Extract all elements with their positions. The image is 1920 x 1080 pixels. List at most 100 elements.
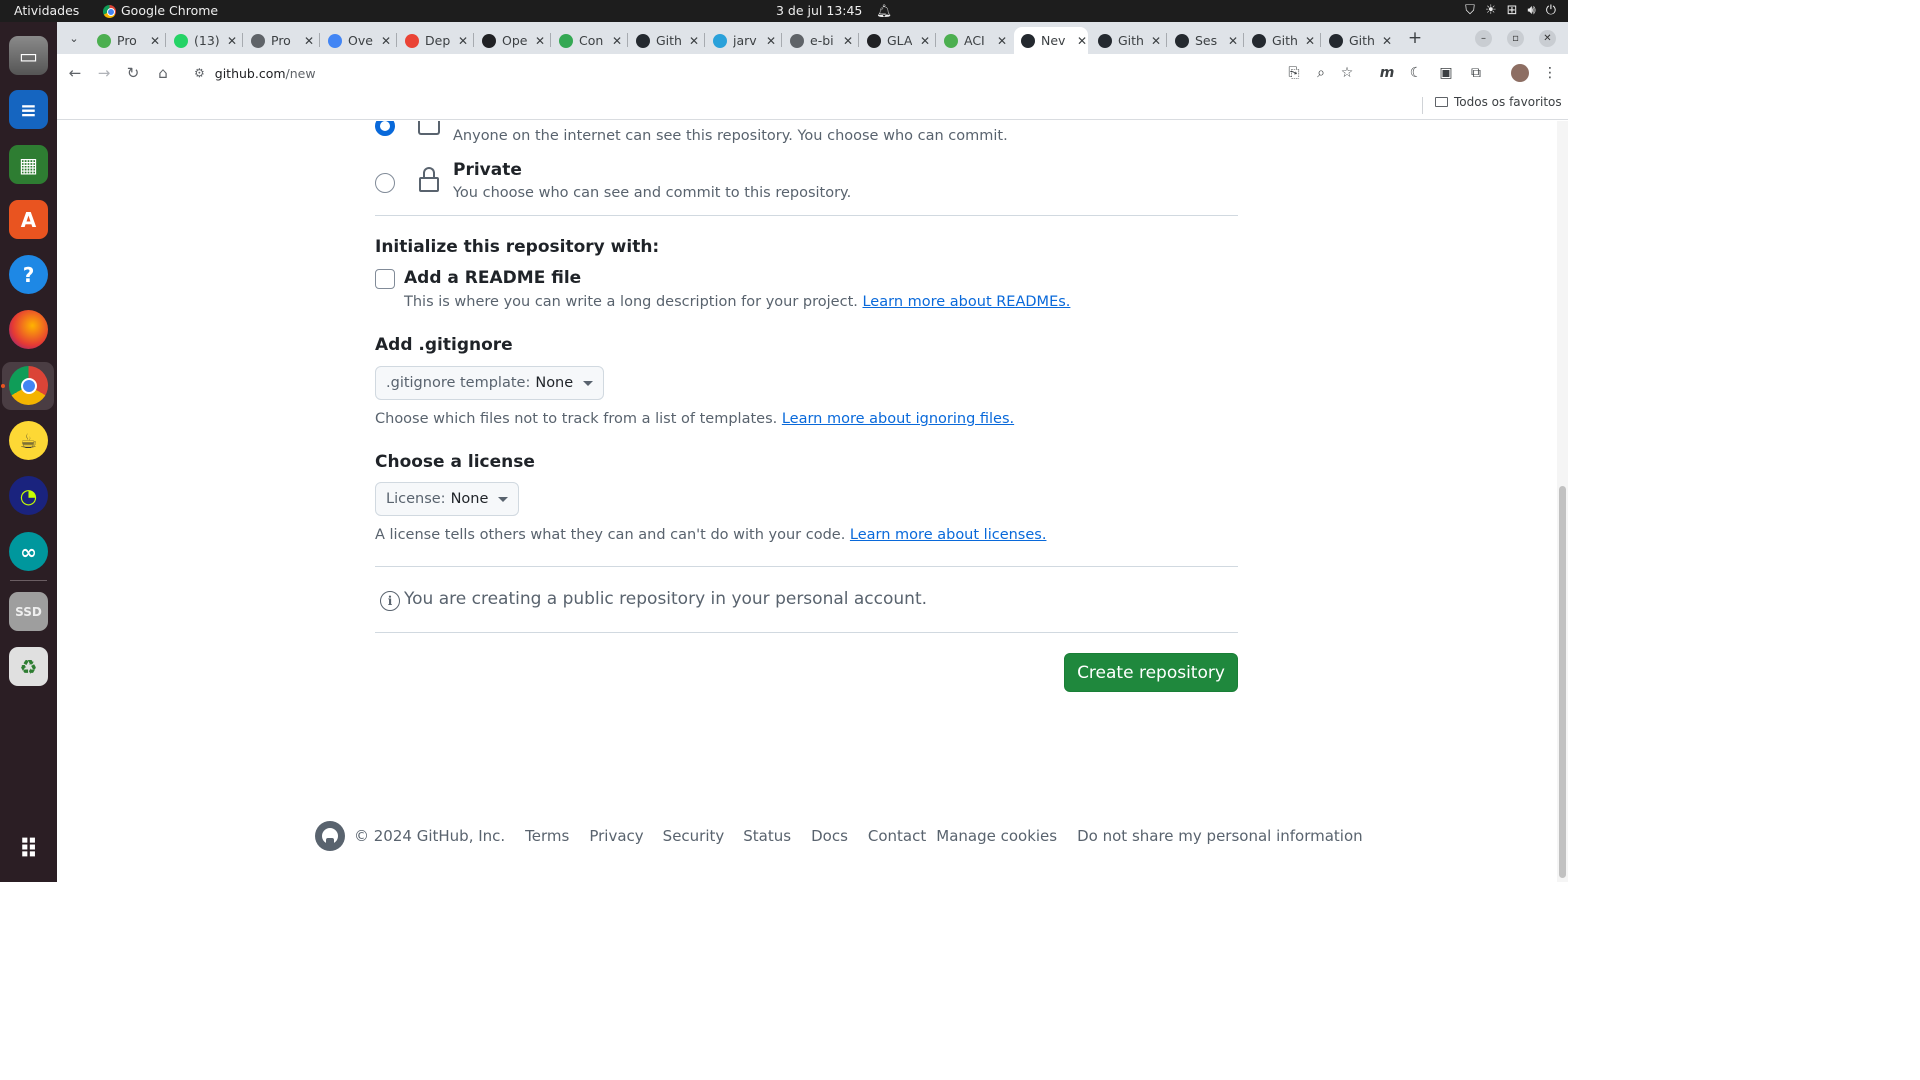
system-top-bar: Atividades Google Chrome 3 de jul 13:45 … xyxy=(0,0,1568,22)
browser-tab[interactable]: Gith ✕ xyxy=(629,27,699,54)
app-center-icon[interactable]: A xyxy=(9,200,48,239)
system-tray[interactable]: ⛉ ☀ ⊞ 🔊︎ ⏻ xyxy=(1465,0,1556,22)
ssd-drive-icon[interactable]: SSD xyxy=(9,592,48,631)
footer-link-manage-cookies[interactable]: Manage cookies xyxy=(936,827,1057,845)
browser-tab[interactable]: e-bi ✕ xyxy=(783,27,853,54)
firefox-icon[interactable] xyxy=(9,310,48,349)
tab-close-icon[interactable]: ✕ xyxy=(1077,34,1087,48)
trash-icon[interactable]: ♻ xyxy=(9,647,48,686)
browser-tab[interactable]: Gith ✕ xyxy=(1322,27,1392,54)
tab-close-icon[interactable]: ✕ xyxy=(1151,34,1161,48)
writer-icon[interactable]: ≡ xyxy=(9,90,48,129)
tab-close-icon[interactable]: ✕ xyxy=(843,34,853,48)
extensions-puzzle-icon[interactable]: ⧉ xyxy=(1467,64,1485,82)
footer-link-security[interactable]: Security xyxy=(663,827,725,845)
browser-tab[interactable]: Pro ✕ xyxy=(244,27,314,54)
license-learn-more-link[interactable]: Learn more about licenses. xyxy=(850,527,1047,543)
minimize-button[interactable]: – xyxy=(1475,30,1492,47)
back-icon[interactable]: ← xyxy=(64,62,86,84)
footer-link-contact[interactable]: Contact xyxy=(868,827,926,845)
tab-close-icon[interactable]: ✕ xyxy=(920,34,930,48)
extension-square-icon[interactable]: ▣ xyxy=(1437,64,1455,82)
github-logo-icon[interactable] xyxy=(315,821,345,851)
tab-label: Pro xyxy=(271,33,291,48)
gitignore-learn-more-link[interactable]: Learn more about ignoring files. xyxy=(782,411,1014,427)
tab-close-icon[interactable]: ✕ xyxy=(1305,34,1315,48)
info-message: You are creating a public repository in … xyxy=(404,589,928,609)
browser-tab[interactable]: ACI ✕ xyxy=(937,27,1007,54)
clock[interactable]: 3 de jul 13:45 🔔︎ xyxy=(776,0,892,22)
tab-close-icon[interactable]: ✕ xyxy=(689,34,699,48)
tab-close-icon[interactable]: ✕ xyxy=(1228,34,1238,48)
browser-tab[interactable]: GLA ✕ xyxy=(860,27,930,54)
calc-icon[interactable]: ▦ xyxy=(9,145,48,184)
browser-tab[interactable]: jarv ✕ xyxy=(706,27,776,54)
browser-tab[interactable]: Nev ✕ xyxy=(1014,27,1088,54)
gitignore-note: Choose which files not to track from a l… xyxy=(375,411,1014,427)
tab-close-icon[interactable]: ✕ xyxy=(150,34,160,48)
all-bookmarks-button[interactable]: Todos os favoritos xyxy=(1435,95,1562,109)
browser-tab[interactable]: Gith ✕ xyxy=(1245,27,1315,54)
reload-icon[interactable]: ↻ xyxy=(122,62,144,84)
arduino-icon[interactable]: ∞ xyxy=(9,532,48,571)
app-menu[interactable]: Google Chrome xyxy=(103,0,218,22)
tab-close-icon[interactable]: ✕ xyxy=(1382,34,1392,48)
browser-tab[interactable]: (13) ✕ xyxy=(167,27,237,54)
footer-link-terms[interactable]: Terms xyxy=(525,827,569,845)
readme-label[interactable]: Add a README file xyxy=(404,268,581,288)
tab-close-icon[interactable]: ✕ xyxy=(458,34,468,48)
forward-icon[interactable]: → xyxy=(93,62,115,84)
app-grid-icon[interactable]: ⠿ xyxy=(9,830,48,869)
chrome-dock-icon[interactable] xyxy=(9,366,48,405)
browser-tab[interactable]: Dep ✕ xyxy=(398,27,468,54)
profile-avatar[interactable] xyxy=(1511,64,1529,82)
tab-close-icon[interactable]: ✕ xyxy=(766,34,776,48)
shield-icon: ⛉ xyxy=(1465,3,1475,18)
home-icon[interactable]: ⌂ xyxy=(152,62,174,84)
footer-link-do-not-share[interactable]: Do not share my personal information xyxy=(1077,827,1363,845)
extension-m-icon[interactable]: m xyxy=(1378,64,1396,82)
files-icon[interactable]: ▭ xyxy=(9,36,48,75)
browser-tab[interactable]: Con ✕ xyxy=(552,27,622,54)
browser-tab[interactable]: Ses ✕ xyxy=(1168,27,1238,54)
address-bar[interactable]: ⚙ github.com/new xyxy=(186,57,1363,89)
globe-icon xyxy=(251,33,265,48)
activities-button[interactable]: Atividades xyxy=(14,0,79,22)
footer-link-status[interactable]: Status xyxy=(743,827,791,845)
tab-close-icon[interactable]: ✕ xyxy=(997,34,1007,48)
footer-link-privacy[interactable]: Privacy xyxy=(589,827,643,845)
tab-close-icon[interactable]: ✕ xyxy=(612,34,622,48)
tab-close-icon[interactable]: ✕ xyxy=(227,34,237,48)
bookmark-star-icon[interactable]: ☆ xyxy=(1338,64,1356,82)
browser-tab[interactable]: Pro ✕ xyxy=(90,27,160,54)
browser-tab[interactable]: Gith ✕ xyxy=(1091,27,1161,54)
tab-close-icon[interactable]: ✕ xyxy=(381,34,391,48)
whatsapp-icon xyxy=(174,33,188,48)
teapot-icon[interactable]: ☕︎ xyxy=(9,421,48,460)
tab-close-icon[interactable]: ✕ xyxy=(535,34,545,48)
divider xyxy=(375,632,1238,633)
license-select[interactable]: License: None xyxy=(375,482,520,516)
install-app-icon[interactable]: ⎘ xyxy=(1285,64,1303,82)
extension-moon-icon[interactable]: ☾ xyxy=(1407,64,1425,82)
arc-icon[interactable]: ◔ xyxy=(9,476,48,515)
gitignore-template-select[interactable]: .gitignore template: None xyxy=(375,366,605,400)
browser-tab[interactable]: Ope ✕ xyxy=(475,27,545,54)
readme-learn-more-link[interactable]: Learn more about READMEs. xyxy=(862,294,1070,310)
tab-close-icon[interactable]: ✕ xyxy=(304,34,314,48)
browser-tab[interactable]: Ove ✕ xyxy=(321,27,391,54)
menu-kebab-icon[interactable]: ⋮ xyxy=(1541,64,1559,82)
site-info-icon[interactable]: ⚙ xyxy=(194,66,205,80)
readme-checkbox[interactable] xyxy=(375,269,395,289)
tab-search-icon[interactable]: ⌄ xyxy=(63,27,85,49)
new-tab-button[interactable]: + xyxy=(1404,27,1426,49)
help-icon[interactable]: ? xyxy=(9,255,48,294)
close-window-button[interactable]: ✕ xyxy=(1539,30,1556,47)
private-radio[interactable] xyxy=(375,173,395,193)
scrollbar-thumb[interactable] xyxy=(1559,486,1566,878)
zoom-icon[interactable]: ⌕ xyxy=(1312,64,1330,82)
footer-link-docs[interactable]: Docs xyxy=(811,827,848,845)
create-repository-button[interactable]: Create repository xyxy=(1064,653,1238,692)
public-radio[interactable] xyxy=(375,121,395,136)
maximize-button[interactable]: ▫ xyxy=(1507,30,1524,47)
